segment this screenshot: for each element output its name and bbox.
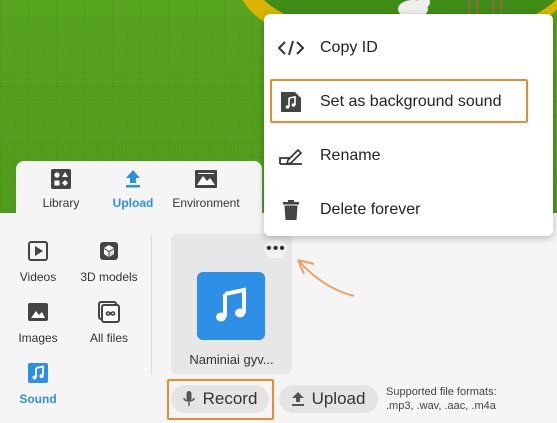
- sidebar-item-videos[interactable]: Videos: [2, 240, 74, 284]
- music-icon: [27, 362, 49, 384]
- image-icon: [27, 301, 49, 323]
- tab-environment-label: Environment: [172, 196, 240, 210]
- sidebar-item-label: Sound: [19, 392, 57, 406]
- music-note-icon: [197, 272, 265, 340]
- tab-environment[interactable]: Environment: [166, 161, 246, 217]
- formats-list: .mp3, .wav, .aac, .m4a: [386, 400, 496, 412]
- edit-icon: [278, 144, 304, 168]
- code-icon: [278, 36, 304, 60]
- library-icon: [50, 168, 72, 190]
- scene-post: [492, 0, 494, 14]
- menu-item-copy-id[interactable]: Copy ID: [264, 25, 553, 71]
- context-menu: Copy ID Set as background sound Rename D…: [264, 14, 553, 236]
- more-options-button[interactable]: •••: [265, 240, 287, 258]
- upload-icon: [122, 168, 144, 190]
- sidebar-item-images[interactable]: Images: [2, 301, 74, 345]
- menu-item-highlight: [270, 79, 528, 123]
- tab-library-label: Library: [42, 196, 80, 210]
- sidebar-item-label: 3D models: [80, 270, 138, 284]
- scene-post: [476, 0, 478, 14]
- tab-library[interactable]: Library: [34, 161, 88, 217]
- sidebar-item-label: Videos: [19, 270, 57, 284]
- sidebar-item-sound[interactable]: Sound: [2, 362, 74, 406]
- video-icon: [27, 240, 49, 262]
- menu-item-label: Copy ID: [320, 39, 378, 56]
- record-highlight: [167, 379, 274, 420]
- infinity-icon: [98, 301, 120, 323]
- menu-item-delete-forever[interactable]: Delete forever: [264, 187, 553, 233]
- annotation-arrow: [297, 259, 355, 297]
- sidebar-item-3d-models[interactable]: 3D models: [73, 240, 145, 284]
- environment-icon: [195, 168, 217, 190]
- trash-icon: [278, 198, 304, 222]
- tab-upload[interactable]: Upload: [106, 161, 160, 217]
- scene-post: [500, 0, 502, 14]
- cube-icon: [98, 240, 120, 262]
- upload-arrow-icon: [291, 392, 304, 406]
- upload-label: Upload: [311, 389, 366, 408]
- sidebar-item-all-files[interactable]: All files: [73, 301, 145, 345]
- scene-post: [468, 0, 470, 14]
- upload-button[interactable]: Upload: [279, 385, 378, 413]
- file-name: Naminiai gyv...: [189, 352, 274, 367]
- menu-item-label: Rename: [320, 147, 381, 164]
- panel-tabs: Library Upload Environment: [16, 161, 262, 221]
- sidebar-divider: [151, 235, 152, 375]
- sidebar-item-label: Images: [18, 331, 58, 345]
- menu-item-label: Delete forever: [320, 201, 421, 218]
- sidebar-item-label: All files: [89, 331, 128, 345]
- formats-title: Supported file formats:: [386, 386, 497, 398]
- menu-item-rename[interactable]: Rename: [264, 133, 553, 179]
- supported-formats: Supported file formats: .mp3, .wav, .aac…: [386, 385, 497, 413]
- tab-upload-label: Upload: [112, 196, 154, 210]
